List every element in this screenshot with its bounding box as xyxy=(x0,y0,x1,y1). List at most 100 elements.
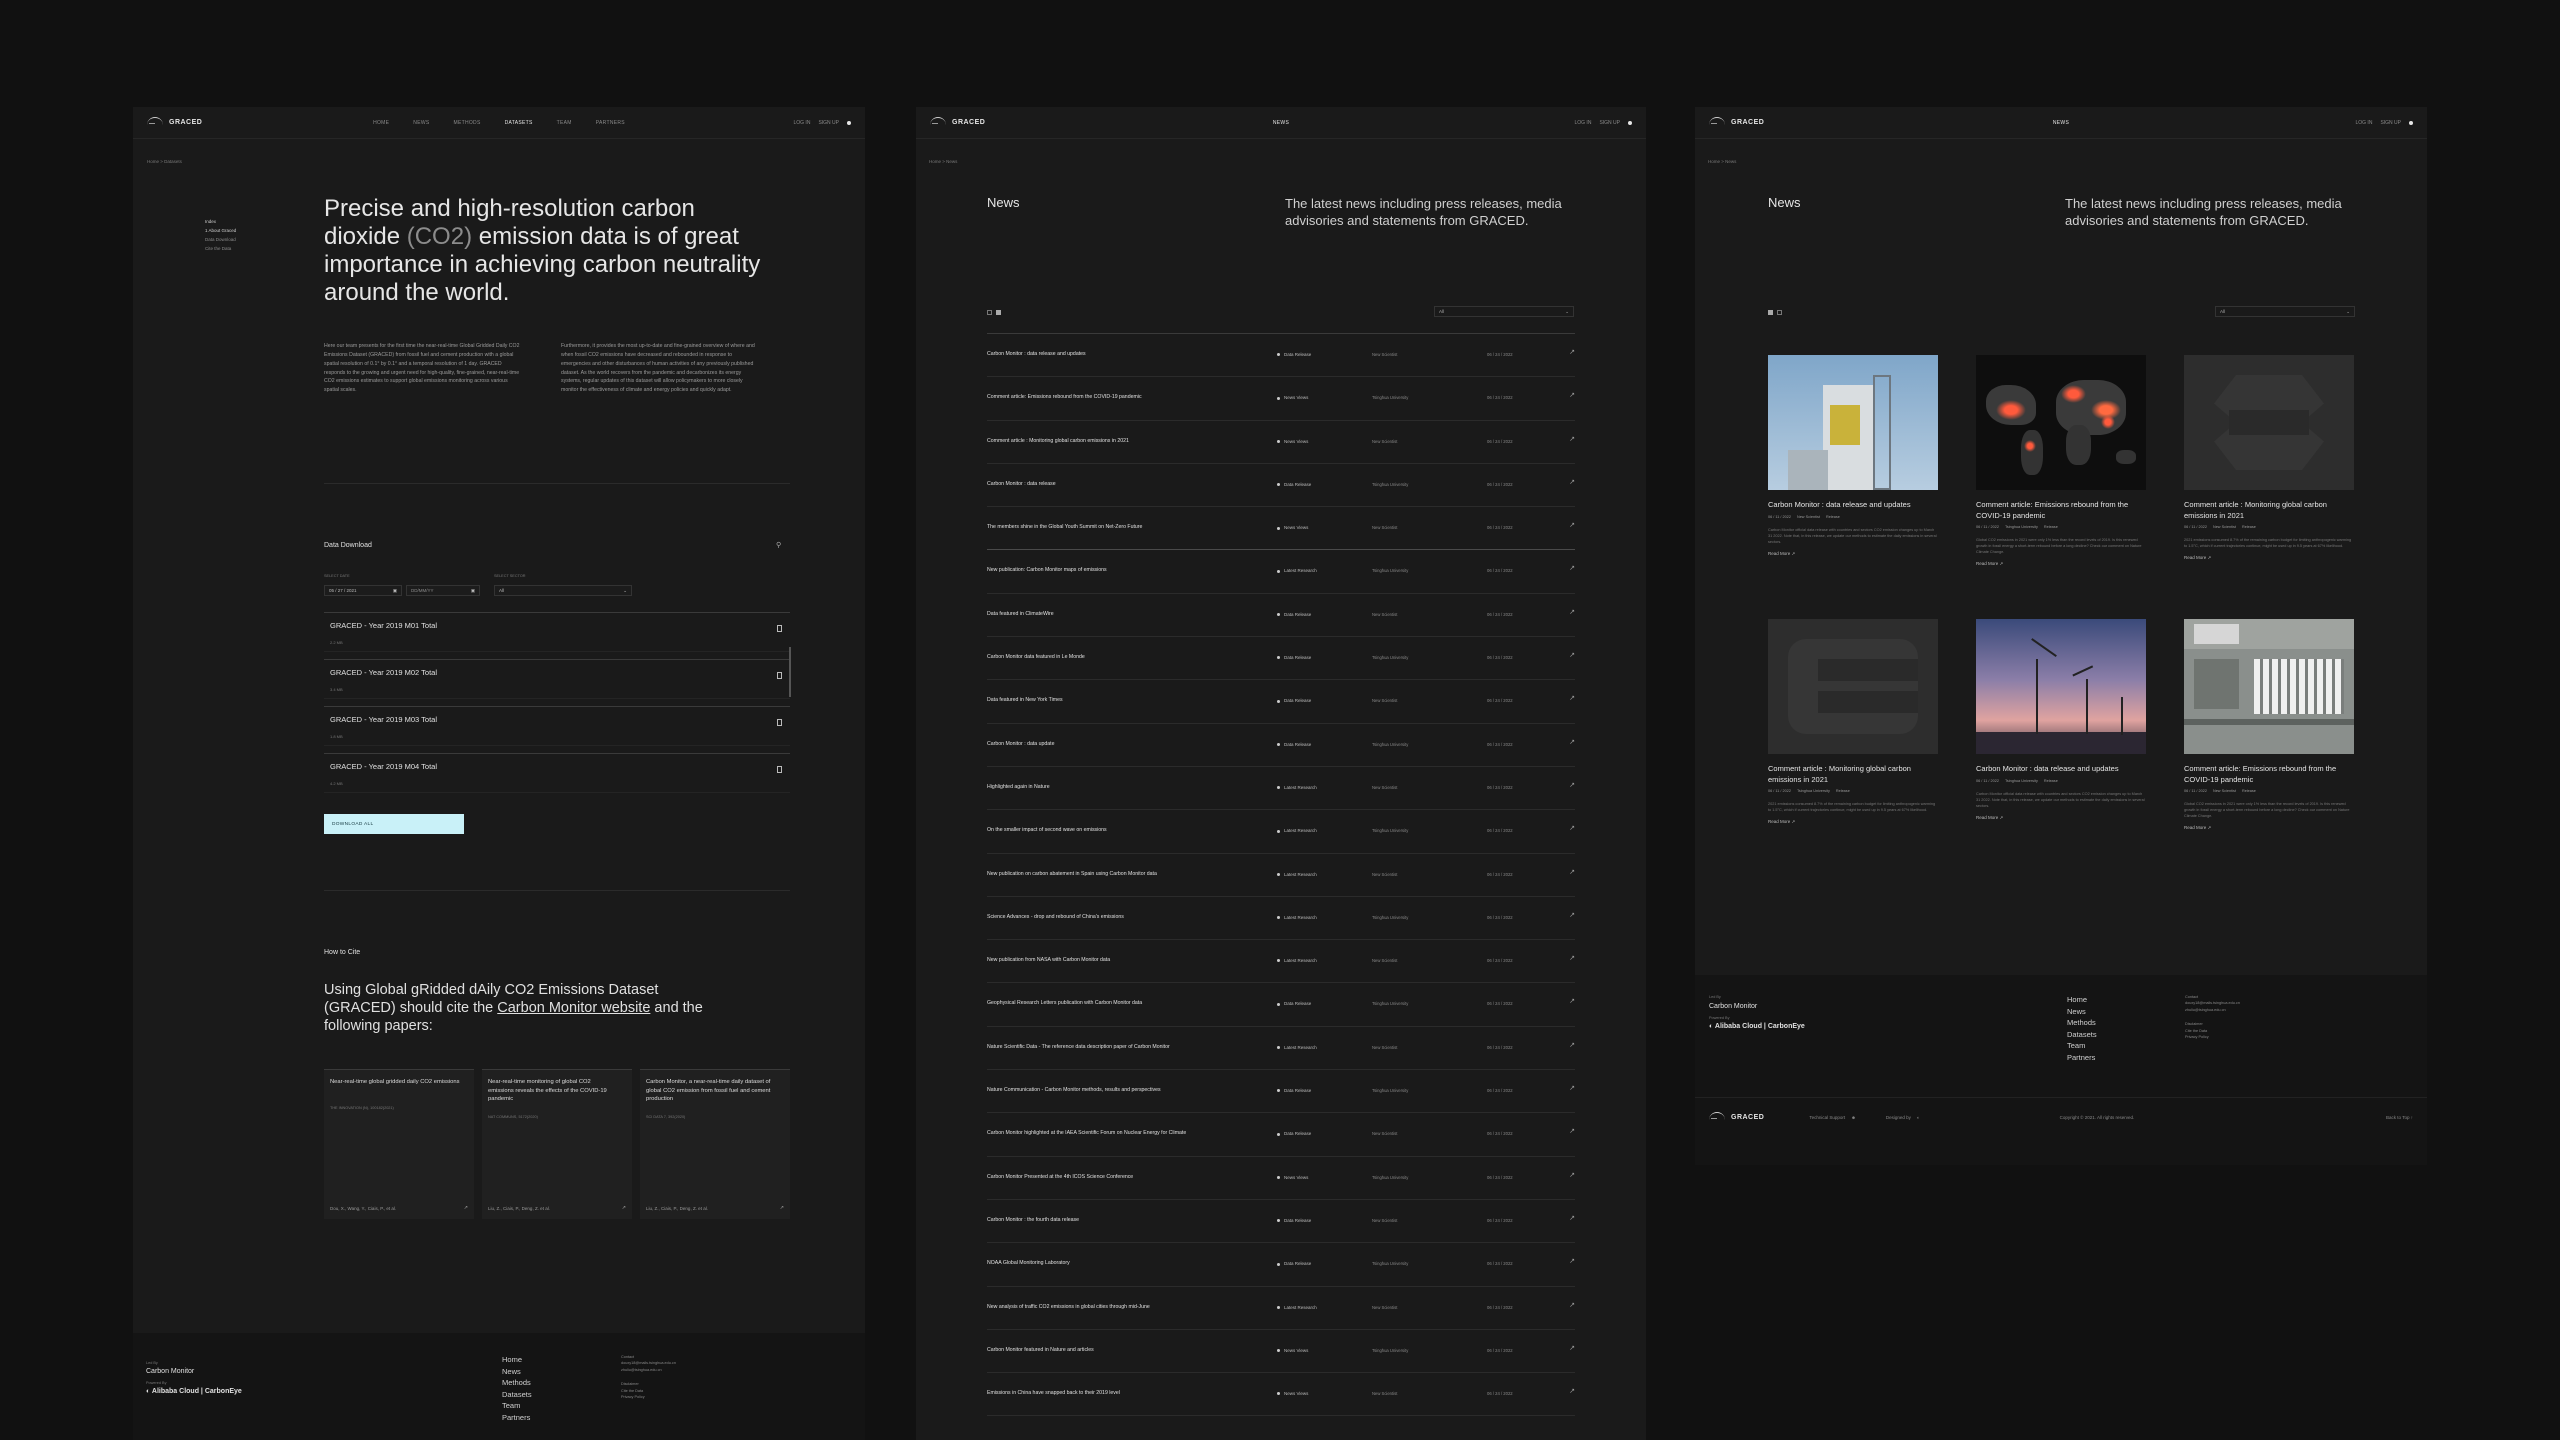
alibaba-cloud-logo[interactable]: Alibaba Cloud xyxy=(1715,1023,1762,1030)
contact-email-1[interactable]: douxy18@mails.tsinghua.edu.cn xyxy=(2185,1000,2240,1006)
news-row[interactable]: Geophysical Research Letters publication… xyxy=(987,982,1575,1025)
file-download-icon[interactable] xyxy=(777,672,782,679)
news-card[interactable]: Carbon Monitor : data release and update… xyxy=(1768,355,1938,557)
logo[interactable]: GRACED xyxy=(147,116,202,129)
news-card[interactable]: Comment article: Emissions rebound from … xyxy=(2184,619,2354,831)
file-download-icon[interactable] xyxy=(777,766,782,773)
lead-by-name[interactable]: Carbon Monitor xyxy=(146,1368,194,1375)
external-link-icon[interactable]: ↗ xyxy=(1569,435,1575,443)
external-link-icon[interactable]: ↗ xyxy=(622,1205,626,1211)
news-row[interactable]: Science Advances - drop and rebound of C… xyxy=(987,895,1575,939)
footer-link-news[interactable]: News xyxy=(2067,1006,2097,1018)
external-link-icon[interactable]: ↗ xyxy=(1569,997,1575,1005)
nav-team[interactable]: TEAM xyxy=(557,120,572,126)
news-row[interactable]: Data featured in New York Times Data Rele… xyxy=(987,679,1575,722)
external-link-icon[interactable]: ↗ xyxy=(1569,391,1575,399)
scrollbar[interactable] xyxy=(789,647,791,697)
external-link-icon[interactable]: ↗ xyxy=(1569,868,1575,876)
sector-select[interactable]: All ⌄ xyxy=(494,585,632,596)
file-download-icon[interactable] xyxy=(777,625,782,632)
read-more-link[interactable]: Read More xyxy=(1976,561,1998,566)
news-row[interactable]: Comment article: Emissions rebound from … xyxy=(987,376,1575,419)
footer-link-methods[interactable]: Methods xyxy=(2067,1017,2097,1029)
read-more-link[interactable]: Read More xyxy=(2184,555,2206,560)
external-link-icon[interactable]: ↗ xyxy=(1569,1171,1575,1179)
nav-partners[interactable]: PARTNERS xyxy=(596,120,625,126)
external-link-icon[interactable]: ↗ xyxy=(1569,738,1575,746)
toc-item-cite[interactable]: Cite the Data xyxy=(205,244,236,253)
footer-link-datasets[interactable]: Datasets xyxy=(2067,1029,2097,1041)
privacy-policy-link[interactable]: Privacy Policy xyxy=(2185,1034,2240,1040)
news-row[interactable]: Highlighted again in Nature Latest Resear… xyxy=(987,765,1575,809)
theme-toggle-icon[interactable] xyxy=(1628,120,1632,125)
read-more-link[interactable]: Read More xyxy=(2184,825,2206,830)
external-link-icon[interactable]: ↗ xyxy=(780,1205,784,1211)
footer-link-methods[interactable]: Methods xyxy=(502,1377,532,1389)
read-more-link[interactable]: Read More xyxy=(1768,551,1790,556)
paper-card[interactable]: Near-real-time monitoring of global CO2 … xyxy=(482,1069,632,1219)
news-row[interactable]: Carbon Monitor : the fourth data release… xyxy=(987,1198,1575,1242)
external-link-icon[interactable]: ↗ xyxy=(1569,694,1575,702)
date-from-input[interactable]: 05 / 27 / 2021 ▣ xyxy=(324,585,402,596)
news-row[interactable]: New publication: Carbon Monitor maps of … xyxy=(987,549,1575,592)
external-link-icon[interactable]: ↗ xyxy=(1569,911,1575,919)
grid-view-icon[interactable] xyxy=(1768,310,1773,315)
external-link-icon[interactable]: ↗ xyxy=(1569,1387,1575,1395)
external-link-icon[interactable]: ↗ xyxy=(1569,824,1575,832)
footer-link-partners[interactable]: Partners xyxy=(502,1412,532,1424)
news-row[interactable]: Data featured in ClimateWire Data Release… xyxy=(987,592,1575,636)
footer-link-home[interactable]: Home xyxy=(502,1354,532,1366)
news-row[interactable]: Carbon Monitor featured in Nature and ar… xyxy=(987,1328,1575,1372)
signup-link[interactable]: SIGN UP xyxy=(2380,120,2401,126)
grid-view-icon[interactable] xyxy=(987,310,992,315)
footer-link-news[interactable]: News xyxy=(502,1366,532,1378)
external-link-icon[interactable]: ↗ xyxy=(1569,1127,1575,1135)
external-link-icon[interactable]: ↗ xyxy=(1569,1084,1575,1092)
news-row[interactable]: New publication on carbon abatement in S… xyxy=(987,852,1575,896)
external-link-icon[interactable]: ↗ xyxy=(1569,1301,1575,1309)
news-row[interactable]: The members shine in the Global Youth Su… xyxy=(987,506,1575,549)
download-row[interactable]: GRACED - Year 2019 M01 Total 2.2 MB xyxy=(324,612,790,652)
category-filter[interactable]: All ⌄ xyxy=(1434,306,1574,317)
news-row[interactable]: Carbon Monitor : data update Data Release… xyxy=(987,722,1575,766)
news-card[interactable]: Carbon Monitor : data release and update… xyxy=(1976,619,2146,821)
external-link-icon[interactable]: ↗ xyxy=(1569,608,1575,616)
external-link-icon[interactable]: ↗ xyxy=(1569,1214,1575,1222)
download-all-button[interactable]: DOWNLOAD ALL xyxy=(324,814,464,834)
news-row[interactable]: NOAA Global Monitoring Laboratory Data Re… xyxy=(987,1242,1575,1285)
news-row[interactable]: New publication from NASA with Carbon Mo… xyxy=(987,939,1575,982)
contact-email-1[interactable]: douxy18@mails.tsinghua.edu.cn xyxy=(621,1360,676,1366)
nav-news[interactable]: NEWS xyxy=(2053,120,2069,126)
search-icon[interactable]: ⚲ xyxy=(776,541,781,549)
logo[interactable]: GRACED xyxy=(930,116,985,129)
carboneye-logo[interactable]: CarbonEye xyxy=(205,1388,242,1395)
nav-news[interactable]: NEWS xyxy=(1273,120,1289,126)
news-row[interactable]: Carbon Monitor data featured in Le Monde… xyxy=(987,636,1575,679)
logo[interactable]: GRACED xyxy=(1709,116,1764,129)
external-link-icon[interactable]: ↗ xyxy=(464,1205,468,1211)
file-download-icon[interactable] xyxy=(777,719,782,726)
paper-card[interactable]: Carbon Monitor, a near-real-time daily d… xyxy=(640,1069,790,1219)
theme-toggle-icon[interactable] xyxy=(2409,120,2413,125)
news-row[interactable]: Carbon Monitor Presented at the 4th ICOS… xyxy=(987,1155,1575,1199)
login-link[interactable]: LOG IN xyxy=(2355,120,2372,126)
news-row[interactable]: Nature Scientific Data - The reference d… xyxy=(987,1025,1575,1069)
footer-link-datasets[interactable]: Datasets xyxy=(502,1389,532,1401)
login-link[interactable]: LOG IN xyxy=(1574,120,1591,126)
news-row[interactable]: Nature Communication - Carbon Monitor me… xyxy=(987,1069,1575,1112)
footer-link-team[interactable]: Team xyxy=(502,1400,532,1412)
external-link-icon[interactable]: ↗ xyxy=(1569,1257,1575,1265)
carboneye-logo[interactable]: CarbonEye xyxy=(1768,1023,1805,1030)
footer-link-team[interactable]: Team xyxy=(2067,1040,2097,1052)
carbon-monitor-link[interactable]: Carbon Monitor website xyxy=(497,1000,650,1016)
signup-link[interactable]: SIGN UP xyxy=(818,120,839,126)
external-link-icon[interactable]: ↗ xyxy=(1569,954,1575,962)
toc-item-about[interactable]: 1 About Graced xyxy=(205,226,236,235)
signup-link[interactable]: SIGN UP xyxy=(1599,120,1620,126)
toc-item-download[interactable]: Data Download xyxy=(205,235,236,244)
paper-card[interactable]: Near-real-time global gridded daily CO2 … xyxy=(324,1069,474,1219)
external-link-icon[interactable]: ↗ xyxy=(1569,1041,1575,1049)
nav-methods[interactable]: METHODS xyxy=(453,120,480,126)
download-row[interactable]: GRACED - Year 2019 M02 Total 3.4 MB xyxy=(324,659,790,699)
footer-link-partners[interactable]: Partners xyxy=(2067,1052,2097,1064)
